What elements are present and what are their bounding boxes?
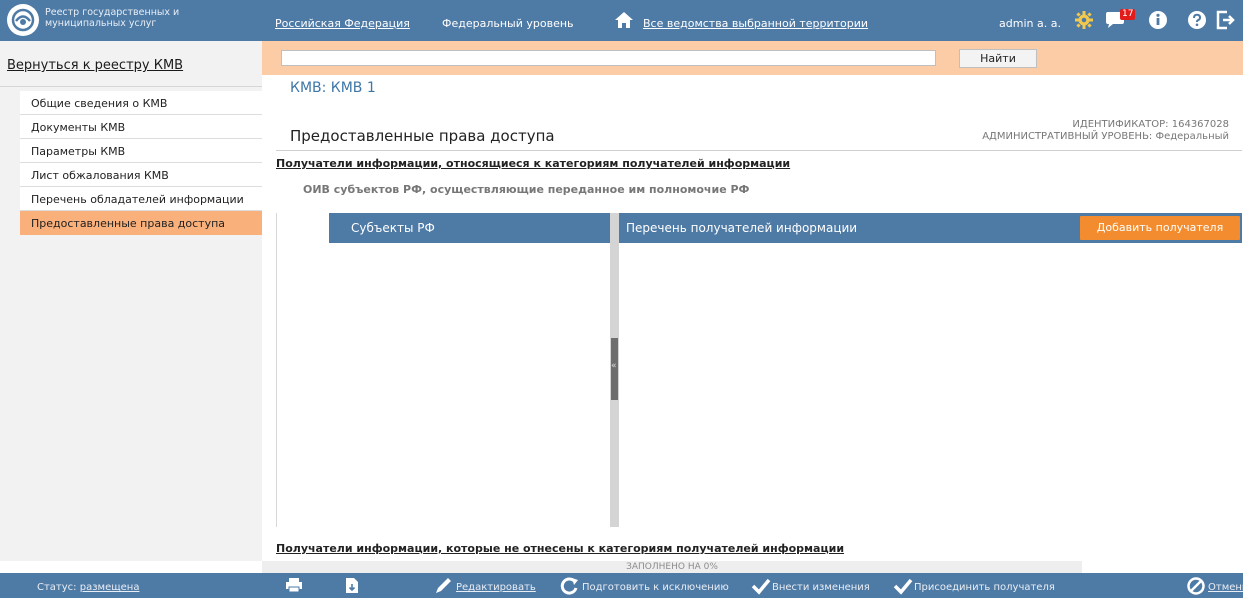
logout-icon[interactable] [1215, 10, 1237, 34]
help-icon[interactable] [1187, 10, 1207, 34]
export-icon[interactable] [345, 577, 359, 598]
sidebar-item-parameters[interactable]: Параметры КМВ [20, 139, 262, 163]
sidebar: Вернуться к реестру КМВ Общие сведения о… [0, 41, 262, 561]
level-selector[interactable]: Федеральный уровень [442, 17, 574, 30]
departments-link[interactable]: Все ведомства выбранной территории [643, 17, 868, 30]
info-icon[interactable] [1148, 10, 1168, 34]
section-categorized-recipients[interactable]: Получатели информации, относящиеся к кат… [276, 157, 790, 170]
print-icon[interactable] [285, 577, 303, 597]
check-icon[interactable] [893, 577, 913, 599]
kmv-title: КМВ: КМВ 1 [290, 80, 376, 96]
logo-text: Реестр государственных и муниципальных у… [45, 7, 180, 29]
status-value[interactable]: размещена [80, 582, 140, 593]
section-uncategorized-recipients[interactable]: Получатели информации, которые не отнесе… [276, 542, 844, 555]
emblem-icon [7, 4, 39, 36]
progress-bar: ЗАПОЛНЕНО НА 0% [262, 561, 1082, 573]
notification-badge: 17 [1120, 9, 1136, 20]
sidebar-item-appeal[interactable]: Лист обжалования КМВ [20, 163, 262, 187]
region-link[interactable]: Российская Федерация [275, 17, 410, 30]
home-icon[interactable] [614, 11, 634, 33]
gear-icon[interactable] [1074, 10, 1094, 34]
check-icon[interactable] [751, 577, 771, 599]
title-divider [276, 150, 1242, 151]
edit-button[interactable]: Редактировать [456, 582, 536, 593]
status-caption: Статус: [37, 582, 77, 593]
user-name[interactable]: admin a. a. [999, 17, 1061, 30]
identifier: ИДЕНТИФИКАТОР: 164367028 [1072, 119, 1229, 130]
subjects-panel: Субъекты РФ [276, 213, 611, 527]
attach-recipient-button[interactable]: Присоединить получателя [914, 582, 1055, 593]
sidebar-item-general[interactable]: Общие сведения о КМВ [20, 91, 262, 115]
make-changes-button[interactable]: Внести изменения [772, 582, 870, 593]
sidebar-item-access-rights[interactable]: Предоставленные права доступа [20, 211, 262, 235]
identifier-block: ИДЕНТИФИКАТОР: 164367028 АДМИНИСТРАТИВНЫ… [982, 119, 1229, 143]
add-recipient-button[interactable]: Добавить получателя [1080, 216, 1240, 240]
prepare-exclusion-button[interactable]: Подготовить к исключению [582, 582, 729, 593]
cancel-icon[interactable] [1187, 577, 1205, 599]
search-button[interactable]: Найти [959, 49, 1037, 68]
status-label: Статус: размещена [37, 582, 139, 593]
collapse-arrow-icon[interactable]: « [611, 361, 617, 371]
pencil-icon[interactable] [434, 577, 454, 599]
cancel-button[interactable]: Отменить [1208, 582, 1243, 593]
admin-level: АДМИНИСТРАТИВНЫЙ УРОВЕНЬ: Федеральный [982, 131, 1229, 142]
sidebar-divider [0, 86, 262, 87]
progress-label: ЗАПОЛНЕНО НА 0% [626, 562, 718, 572]
search-input[interactable] [281, 50, 936, 66]
page-title: Предоставленные права доступа [290, 127, 555, 145]
refresh-icon[interactable] [560, 577, 580, 599]
bottom-bar: Статус: размещена Редактировать Подготов… [0, 573, 1243, 598]
sidebar-item-documents[interactable]: Документы КМВ [20, 115, 262, 139]
logo[interactable]: Реестр государственных и муниципальных у… [7, 4, 257, 36]
search-bar: Найти [262, 41, 1243, 75]
top-bar: Реестр государственных и муниципальных у… [0, 0, 1243, 41]
subsection-oiv-subjects[interactable]: ОИВ субъектов РФ, осуществляющие передан… [303, 183, 749, 196]
sidebar-item-holders[interactable]: Перечень обладателей информации [20, 187, 262, 211]
subjects-header: Субъекты РФ [329, 213, 611, 243]
back-to-registry-link[interactable]: Вернуться к реестру КМВ [7, 58, 183, 73]
